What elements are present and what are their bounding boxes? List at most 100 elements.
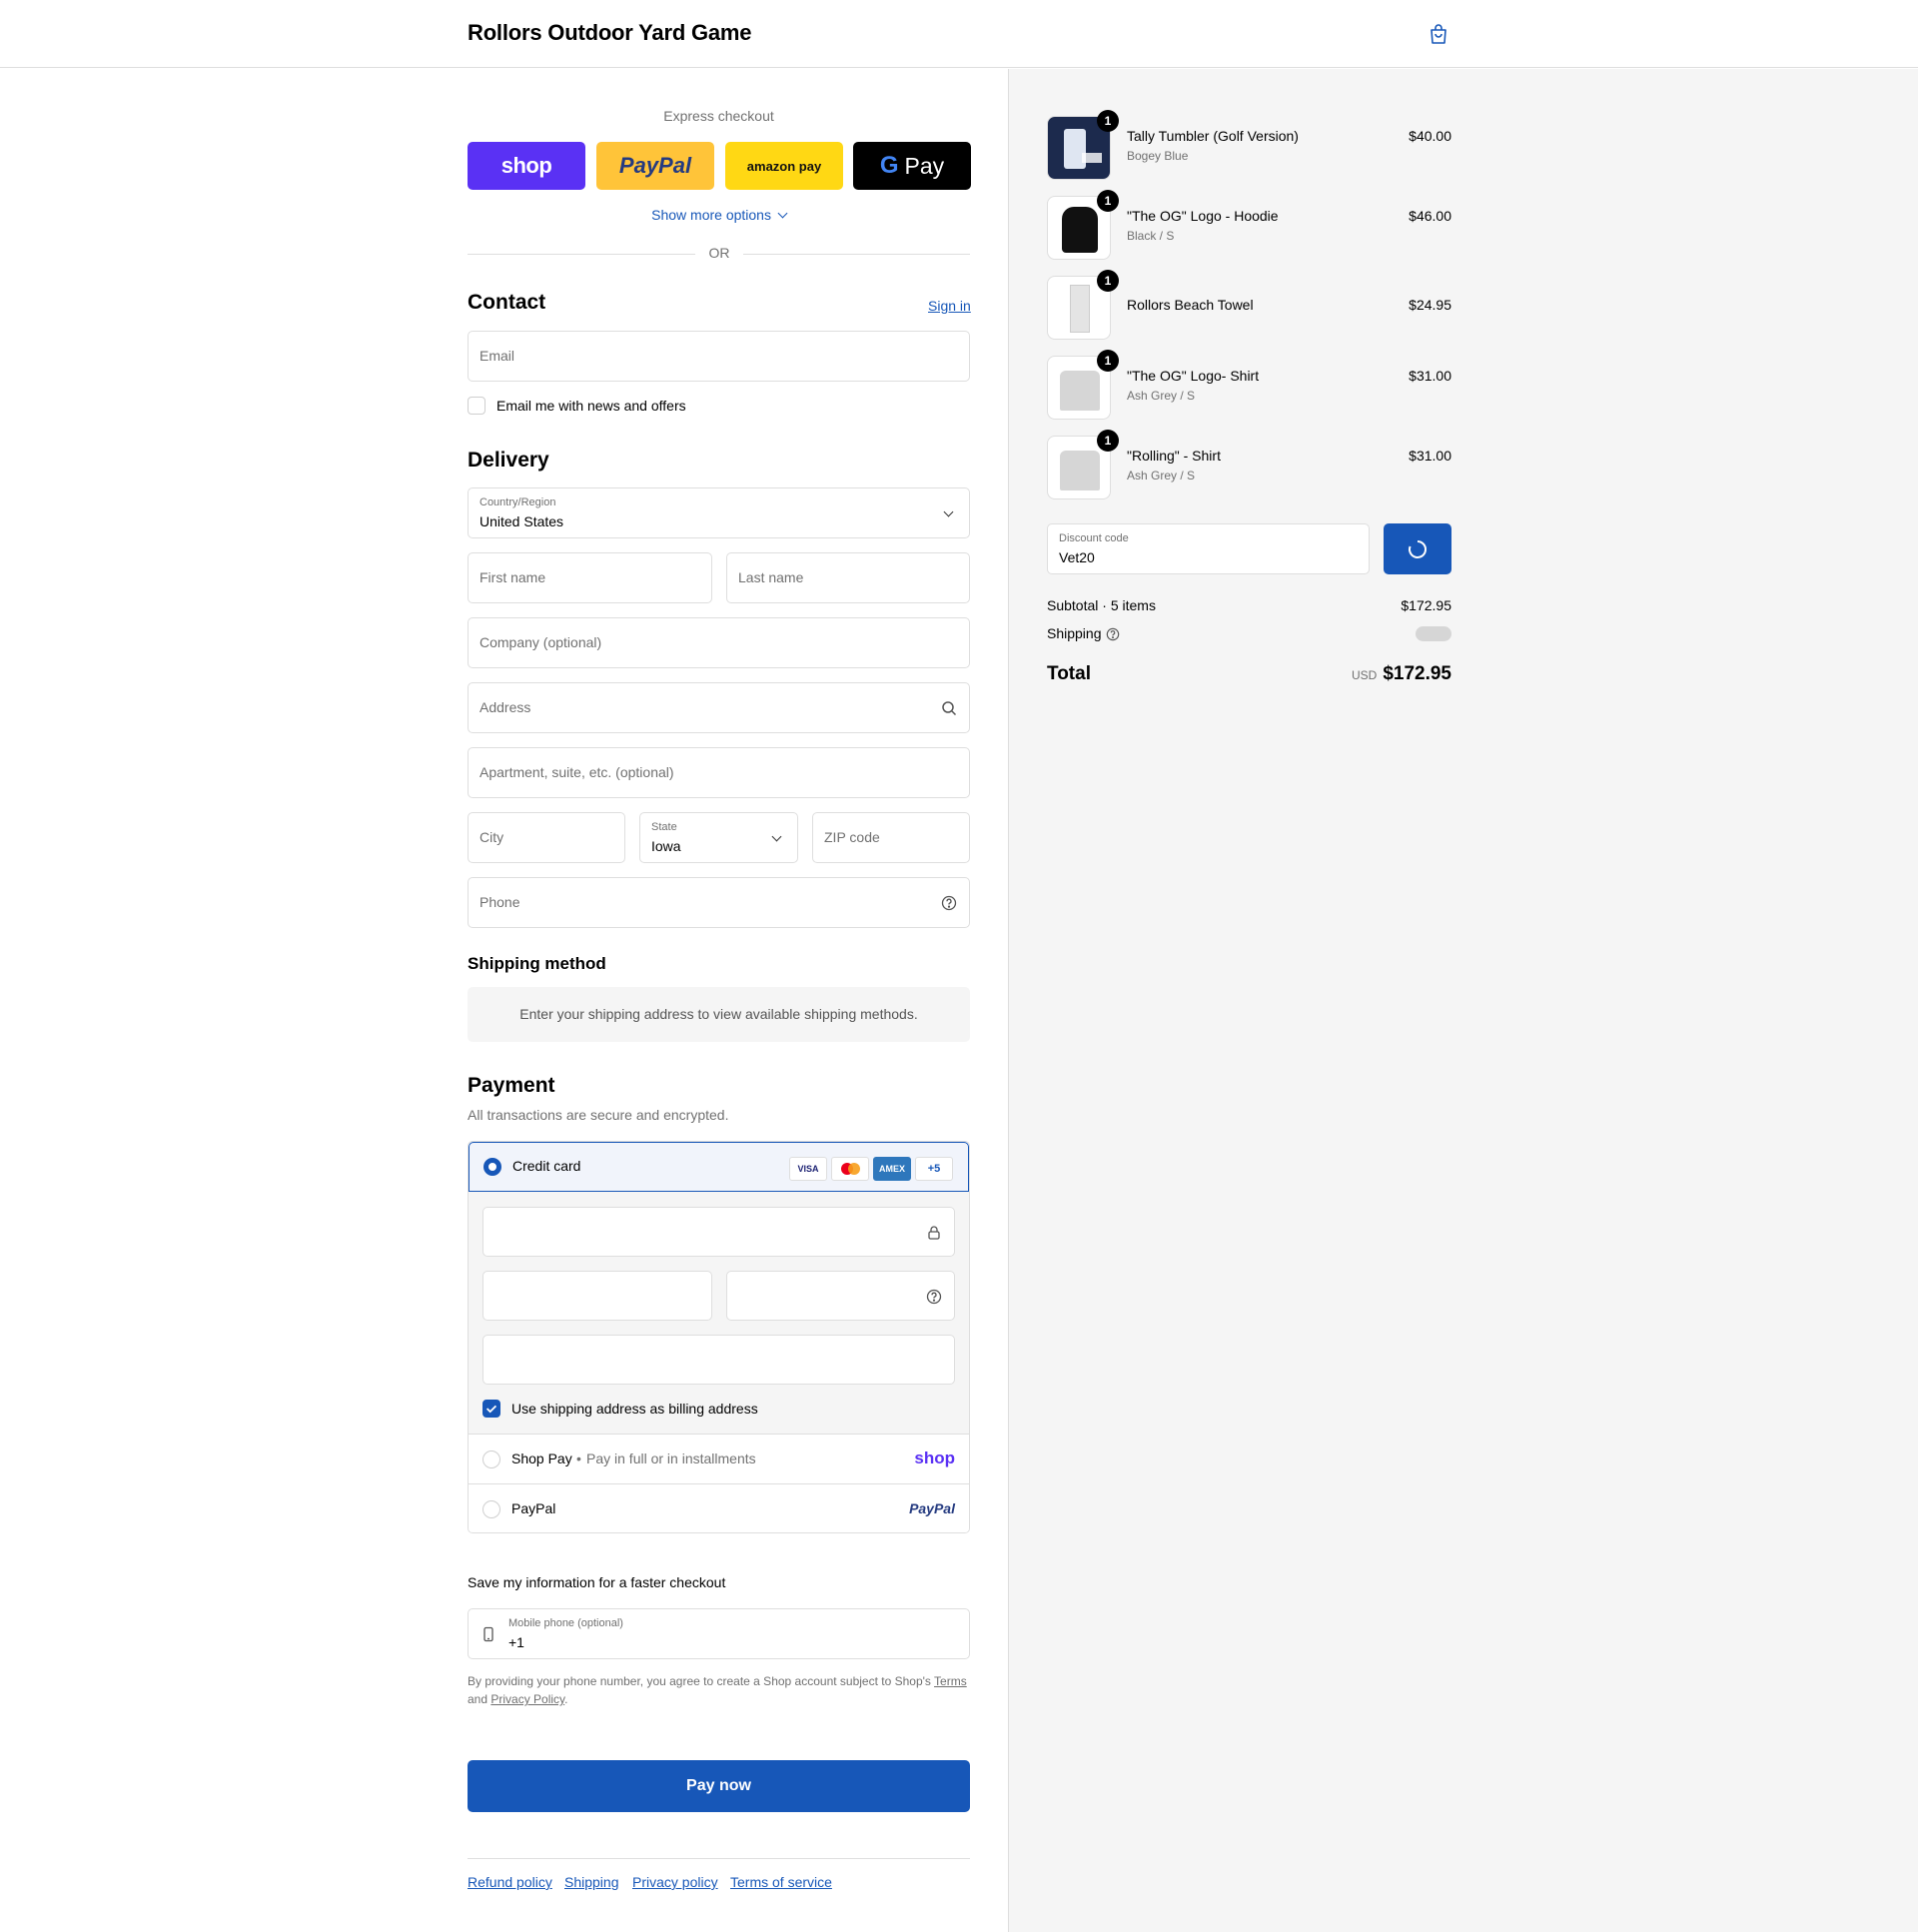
legal-text-part1: By providing your phone number, you agre… (468, 1674, 935, 1688)
credit-card-form: Use shipping address as billing address (469, 1192, 969, 1435)
email-field[interactable]: Email (468, 331, 970, 382)
item-price: $40.00 (1409, 128, 1451, 144)
company-field[interactable]: Company (optional) (468, 617, 970, 668)
payment-heading: Payment (468, 1074, 555, 1097)
order-summary-panel (1008, 69, 1918, 1932)
checkmark-icon (485, 1405, 497, 1414)
shop-legal-text: By providing your phone number, you agre… (468, 1672, 970, 1708)
pay-now-button[interactable]: Pay now (468, 1760, 970, 1812)
total-value: $172.95 (1383, 663, 1451, 684)
shipping-method-heading: Shipping method (468, 954, 606, 973)
item-variant: Bogey Blue (1127, 149, 1189, 163)
paypal-radio[interactable] (482, 1500, 500, 1518)
privacy-policy-footer-link[interactable]: Privacy policy (632, 1874, 718, 1890)
item-price: $24.95 (1409, 297, 1451, 313)
item-name: "Rolling" - Shirt (1127, 448, 1221, 464)
credit-card-option[interactable]: Credit card VISA AMEX +5 (469, 1142, 969, 1192)
help-icon[interactable] (941, 895, 957, 911)
help-icon[interactable] (926, 1289, 942, 1305)
loading-spinner-icon (1409, 539, 1427, 558)
amazon-pay-express-button[interactable]: amazon pay (725, 142, 843, 190)
item-name: Rollors Beach Towel (1127, 297, 1254, 313)
divider-left (468, 254, 695, 255)
credit-card-radio[interactable] (483, 1158, 501, 1176)
shop-pay-express-button[interactable]: shop (468, 142, 585, 190)
shipping-loading-placeholder (1416, 626, 1451, 641)
store-name[interactable]: Rollors Outdoor Yard Game (468, 20, 752, 46)
phone-field[interactable]: Phone (468, 877, 970, 928)
line-item: 1 Tally Tumbler (Golf Version) Bogey Blu… (1047, 110, 1451, 180)
mobile-phone-icon (483, 1626, 493, 1642)
legal-text-end: . (564, 1692, 568, 1706)
country-value: United States (480, 513, 564, 529)
shop-pay-logo: shop (500, 153, 552, 178)
news-checkbox[interactable] (468, 397, 485, 415)
sign-in-link[interactable]: Sign in (928, 298, 971, 314)
google-pay-express-button[interactable]: G Pay (853, 142, 971, 190)
terms-link[interactable]: Terms (934, 1674, 967, 1688)
show-more-options-link[interactable]: Show more options (468, 207, 970, 223)
apartment-field[interactable]: Apartment, suite, etc. (optional) (468, 747, 970, 798)
shop-pay-option[interactable]: Shop Pay • Pay in full or in installment… (469, 1435, 969, 1484)
item-variant: Ash Grey / S (1127, 389, 1196, 403)
name-on-card-field[interactable] (482, 1335, 955, 1385)
mastercard-icon (831, 1157, 869, 1181)
shop-pay-separator: • (576, 1450, 581, 1466)
line-item: 1 "The OG" Logo - Hoodie Black / S $46.0… (1047, 190, 1451, 260)
shop-pay-radio[interactable] (482, 1450, 500, 1468)
lock-icon (928, 1226, 940, 1240)
paypal-option[interactable]: PayPal PayPal (469, 1484, 969, 1532)
security-code-field[interactable] (726, 1271, 955, 1321)
page-header: Rollors Outdoor Yard Game (0, 0, 1918, 68)
terms-of-service-link[interactable]: Terms of service (730, 1874, 832, 1890)
quantity-badge: 1 (1097, 350, 1119, 372)
expiration-date-field[interactable] (482, 1271, 712, 1321)
line-item: 1 "Rolling" - Shirt Ash Grey / S $31.00 (1047, 430, 1451, 499)
item-name: Tally Tumbler (Golf Version) (1127, 128, 1299, 144)
city-placeholder: City (480, 829, 504, 845)
last-name-placeholder: Last name (738, 569, 804, 585)
or-divider-text: OR (708, 245, 730, 261)
quantity-badge: 1 (1097, 190, 1119, 212)
contact-heading: Contact (468, 291, 546, 314)
item-price: $46.00 (1409, 208, 1451, 224)
card-number-field[interactable] (482, 1207, 955, 1257)
delivery-heading: Delivery (468, 449, 549, 472)
paypal-label: PayPal (511, 1500, 556, 1516)
shop-pay-logo: shop (914, 1449, 955, 1467)
item-price: $31.00 (1409, 368, 1451, 384)
shopping-bag-icon[interactable] (1427, 22, 1450, 46)
item-variant: Ash Grey / S (1127, 469, 1196, 483)
mobile-phone-field[interactable]: Mobile phone (optional) +1 (468, 1608, 970, 1659)
zip-field[interactable]: ZIP code (812, 812, 970, 863)
privacy-policy-link[interactable]: Privacy Policy (490, 1692, 564, 1706)
city-field[interactable]: City (468, 812, 625, 863)
state-select[interactable]: State Iowa (639, 812, 798, 863)
help-icon[interactable] (1106, 627, 1120, 641)
apply-discount-button[interactable] (1384, 523, 1451, 574)
item-variant: Black / S (1127, 229, 1175, 243)
refund-policy-link[interactable]: Refund policy (468, 1874, 552, 1890)
state-label: State (651, 821, 677, 833)
news-checkbox-label: Email me with news and offers (496, 398, 686, 414)
item-price: $31.00 (1409, 448, 1451, 464)
phone-placeholder: Phone (480, 894, 520, 910)
paypal-logo: PayPal (909, 1500, 955, 1516)
shipping-policy-link[interactable]: Shipping (564, 1874, 619, 1890)
discount-code-field[interactable]: Discount code Vet20 (1047, 523, 1370, 574)
credit-card-label: Credit card (512, 1158, 581, 1174)
amex-icon: AMEX (873, 1157, 911, 1181)
address-placeholder: Address (480, 699, 531, 715)
subtotal-value: $172.95 (1401, 597, 1451, 613)
express-checkout-label: Express checkout (663, 108, 774, 124)
item-name: "The OG" Logo - Hoodie (1127, 208, 1279, 224)
paypal-express-button[interactable]: PayPal (596, 142, 714, 190)
address-field[interactable]: Address (468, 682, 970, 733)
first-name-field[interactable]: First name (468, 552, 712, 603)
country-label: Country/Region (480, 496, 556, 508)
state-value: Iowa (651, 838, 681, 854)
last-name-field[interactable]: Last name (726, 552, 970, 603)
billing-same-checkbox[interactable] (482, 1400, 500, 1418)
country-select[interactable]: Country/Region United States (468, 487, 970, 538)
first-name-placeholder: First name (480, 569, 546, 585)
